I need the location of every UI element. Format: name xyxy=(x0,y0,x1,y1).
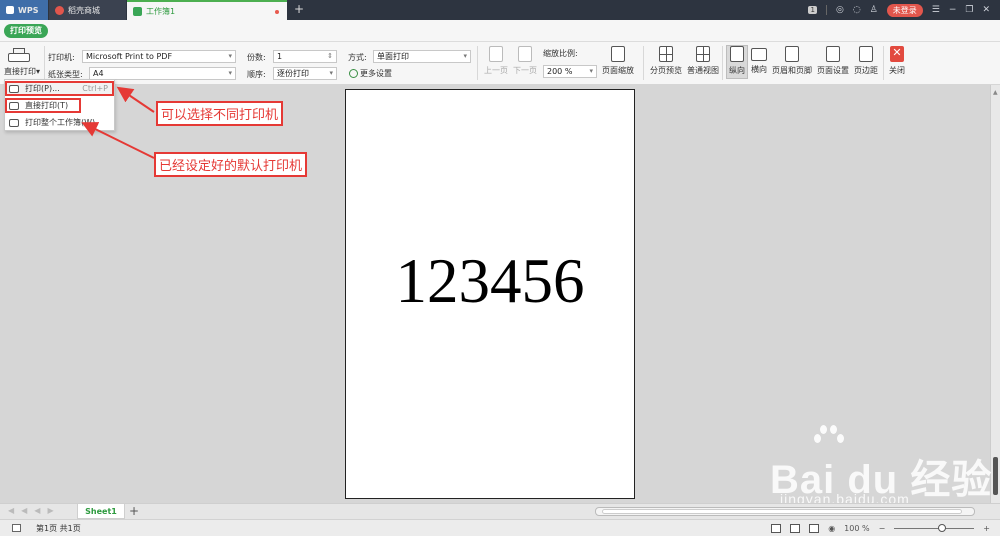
zoom-out-icon[interactable]: − xyxy=(879,524,886,533)
eye-icon[interactable]: ◉ xyxy=(828,524,835,533)
status-bar: 第1页 共1页 ◉ 100 % − + xyxy=(0,519,1000,536)
zoom-slider[interactable] xyxy=(894,524,975,532)
add-sheet-button[interactable]: + xyxy=(129,504,139,518)
zoom-in-icon[interactable]: + xyxy=(983,524,990,533)
page-info: 第1页 共1页 xyxy=(36,524,81,533)
horizontal-scrollbar[interactable] xyxy=(595,507,975,516)
sheet-icon xyxy=(12,524,21,532)
sheet-nav-arrows-icon[interactable]: ◀◀◀▶ xyxy=(8,506,61,515)
annotation-choose-printer: 可以选择不同打印机 xyxy=(156,101,284,126)
page-break-icon[interactable] xyxy=(809,524,820,533)
zoom-slider-knob[interactable] xyxy=(938,524,947,532)
sheet-tab-bar: ◀◀◀▶ Sheet1 + xyxy=(0,503,1000,519)
page-layout-icon[interactable] xyxy=(790,524,801,533)
status-controls: ◉ 100 % − + xyxy=(771,522,990,535)
sheet-tab-sheet1[interactable]: Sheet1 xyxy=(77,504,125,519)
zoom-level[interactable]: 100 % xyxy=(844,524,869,533)
scroll-thumb[interactable] xyxy=(602,509,962,514)
arrow-to-direct-print xyxy=(81,122,155,159)
annotation-default-printer: 已经设定好的默认打印机 xyxy=(154,152,308,177)
normal-view-icon[interactable] xyxy=(771,524,782,533)
arrow-to-print xyxy=(116,86,155,113)
